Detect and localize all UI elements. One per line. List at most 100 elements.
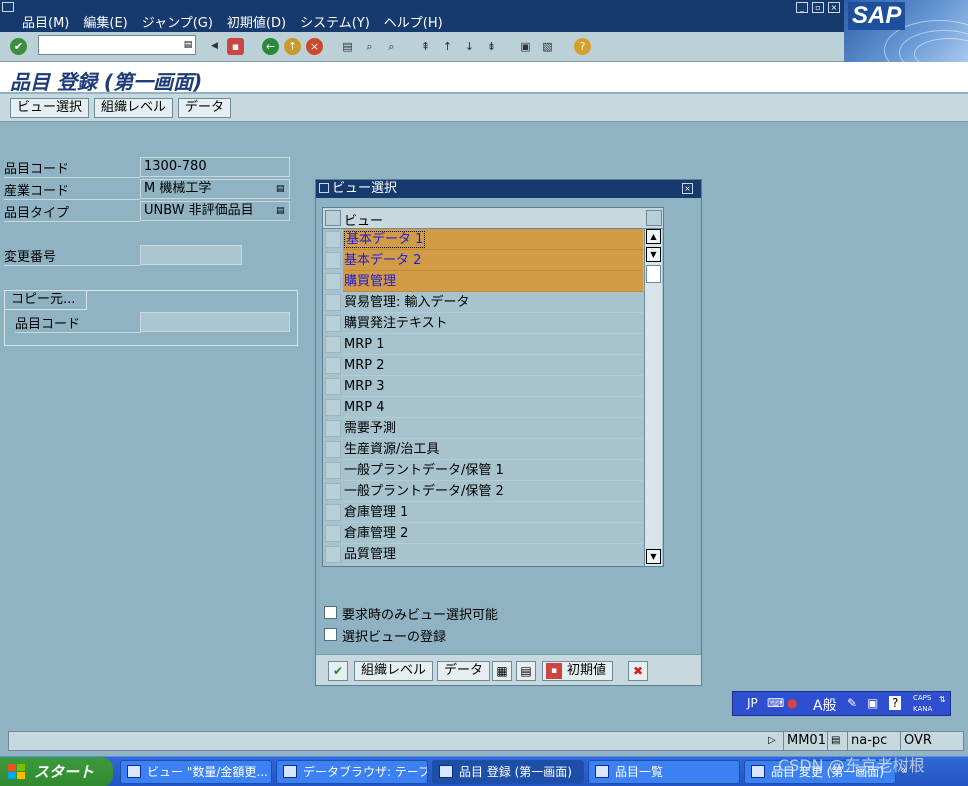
row-selector-checkbox[interactable]: [325, 504, 341, 521]
cancel-icon[interactable]: ×: [306, 38, 323, 55]
find-icon[interactable]: ⌕: [361, 38, 378, 55]
view-row[interactable]: 基本データ 2: [323, 250, 643, 271]
view-cell[interactable]: MRP 4: [343, 397, 643, 418]
command-field[interactable]: ▤: [38, 35, 196, 55]
next-page-icon[interactable]: ↓: [461, 38, 478, 55]
data-button[interactable]: データ: [178, 98, 232, 118]
view-cell[interactable]: MRP 2: [343, 355, 643, 376]
row-selector-checkbox[interactable]: [325, 315, 341, 332]
row-selector-checkbox[interactable]: [325, 420, 341, 437]
row-selector-checkbox[interactable]: [325, 483, 341, 500]
menu-system[interactable]: システム(Y): [300, 12, 370, 31]
scroll-thumb[interactable]: [646, 265, 661, 283]
status-mode[interactable]: OVR: [900, 732, 935, 750]
material-type-field[interactable]: UNBW 非評価品目 ▤: [140, 201, 290, 221]
view-row[interactable]: 一般プラントデータ/保管 1: [323, 460, 643, 481]
scroll-down-icon[interactable]: ▼: [646, 549, 661, 564]
ime-options-icon[interactable]: ⇅: [939, 695, 946, 704]
dialog-close-icon[interactable]: ×: [682, 183, 693, 194]
find-next-icon[interactable]: ⌕: [383, 38, 400, 55]
view-cell[interactable]: 倉庫管理 1: [343, 502, 643, 523]
page-down-icon[interactable]: ▼: [646, 247, 661, 262]
view-cell[interactable]: 生産資源/治工具: [343, 439, 643, 460]
cancel-dialog-icon[interactable]: ✖: [628, 661, 648, 681]
row-selector-checkbox[interactable]: [325, 231, 341, 248]
view-cell[interactable]: 購買発注テキスト: [343, 313, 643, 334]
start-button[interactable]: スタート: [0, 757, 113, 786]
view-cell[interactable]: 購買管理: [343, 271, 643, 292]
view-row[interactable]: 購買発注テキスト: [323, 313, 643, 334]
row-selector-checkbox[interactable]: [325, 252, 341, 269]
ime-pad-icon[interactable]: ●: [787, 696, 797, 710]
view-row[interactable]: 倉庫管理 2: [323, 523, 643, 544]
view-cell[interactable]: 需要予測: [343, 418, 643, 439]
shortcut-icon[interactable]: ▧: [539, 38, 556, 55]
row-selector-checkbox[interactable]: [325, 462, 341, 479]
row-selector-checkbox[interactable]: [325, 273, 341, 290]
back-arrow-icon[interactable]: ←: [262, 38, 279, 55]
ime-help-icon[interactable]: ?: [889, 696, 902, 710]
view-row[interactable]: MRP 1: [323, 334, 643, 355]
back-small-icon[interactable]: ◀: [206, 38, 223, 55]
dialog-menu-icon[interactable]: [319, 183, 329, 193]
menu-defaults[interactable]: 初期値(D): [227, 12, 286, 31]
org-levels-button[interactable]: 組織レベル: [94, 98, 174, 118]
view-row[interactable]: 購買管理: [323, 271, 643, 292]
defaults-button[interactable]: ▪ 初期値: [542, 661, 614, 681]
copy-material-field[interactable]: [140, 312, 290, 332]
views-scrollbar[interactable]: ▲ ▼ ▼: [644, 229, 662, 566]
material-field[interactable]: 1300-780: [140, 157, 290, 177]
select-all-icon[interactable]: ▦: [492, 661, 512, 681]
dialog-org-levels-button[interactable]: 組織レベル: [354, 661, 434, 681]
industry-dropdown-icon[interactable]: ▤: [276, 183, 286, 195]
view-row[interactable]: 需要予測: [323, 418, 643, 439]
menu-edit[interactable]: 編集(E): [83, 12, 127, 31]
exit-icon[interactable]: ↑: [284, 38, 301, 55]
row-selector-checkbox[interactable]: [325, 294, 341, 311]
status-expand-icon[interactable]: ▷: [765, 732, 779, 750]
view-row[interactable]: MRP 2: [323, 355, 643, 376]
table-settings-icon[interactable]: [646, 210, 662, 226]
last-page-icon[interactable]: ⇟: [483, 38, 500, 55]
ime-language[interactable]: JP: [747, 696, 758, 710]
help-icon[interactable]: ?: [574, 38, 591, 55]
view-cell[interactable]: 基本データ 1: [343, 229, 643, 250]
task-button-1[interactable]: ビュー "数量/金額更...: [120, 760, 272, 784]
ime-keyboard-icon[interactable]: ⌨: [767, 696, 784, 710]
view-row[interactable]: 基本データ 1: [323, 229, 643, 250]
save-icon[interactable]: ▪: [227, 38, 244, 55]
industry-field[interactable]: M 機械工学 ▤: [140, 179, 290, 199]
view-cell[interactable]: 倉庫管理 2: [343, 523, 643, 544]
restore-icon[interactable]: ▫: [812, 2, 824, 13]
change-number-field[interactable]: [140, 245, 242, 265]
view-cell[interactable]: 一般プラントデータ/保管 1: [343, 460, 643, 481]
row-selector-checkbox[interactable]: [325, 399, 341, 416]
menu-help[interactable]: ヘルプ(H): [384, 12, 443, 31]
first-page-icon[interactable]: ⇞: [417, 38, 434, 55]
view-row[interactable]: 倉庫管理 1: [323, 502, 643, 523]
row-selector-checkbox[interactable]: [325, 378, 341, 395]
row-selector-checkbox[interactable]: [325, 441, 341, 458]
view-cell[interactable]: 品質管理: [343, 544, 643, 565]
view-row[interactable]: 一般プラントデータ/保管 2: [323, 481, 643, 502]
command-dropdown-icon[interactable]: ▤: [183, 38, 193, 52]
ime-dictionary-icon[interactable]: ▣: [867, 696, 878, 710]
status-info-icon[interactable]: ▤: [827, 732, 843, 750]
row-selector-checkbox[interactable]: [325, 546, 341, 563]
scroll-up-icon[interactable]: ▲: [646, 229, 661, 244]
row-selector-checkbox[interactable]: [325, 357, 341, 374]
view-row[interactable]: 品質管理: [323, 544, 643, 565]
view-cell[interactable]: 一般プラントデータ/保管 2: [343, 481, 643, 502]
select-views-button[interactable]: ビュー選択: [10, 98, 90, 118]
view-cell[interactable]: 貿易管理: 輸入データ: [343, 292, 643, 313]
enter-icon[interactable]: ✔: [10, 38, 27, 55]
confirm-icon[interactable]: ✔: [328, 661, 348, 681]
menu-material[interactable]: 品目(M): [22, 12, 69, 31]
ime-input-mode[interactable]: A般: [813, 695, 837, 715]
view-row[interactable]: 生産資源/治工具: [323, 439, 643, 460]
view-cell[interactable]: MRP 3: [343, 376, 643, 397]
close-window-icon[interactable]: ×: [828, 2, 840, 13]
option-select-on-request-checkbox[interactable]: [324, 606, 337, 619]
view-cell[interactable]: MRP 1: [343, 334, 643, 355]
view-row[interactable]: MRP 4: [323, 397, 643, 418]
